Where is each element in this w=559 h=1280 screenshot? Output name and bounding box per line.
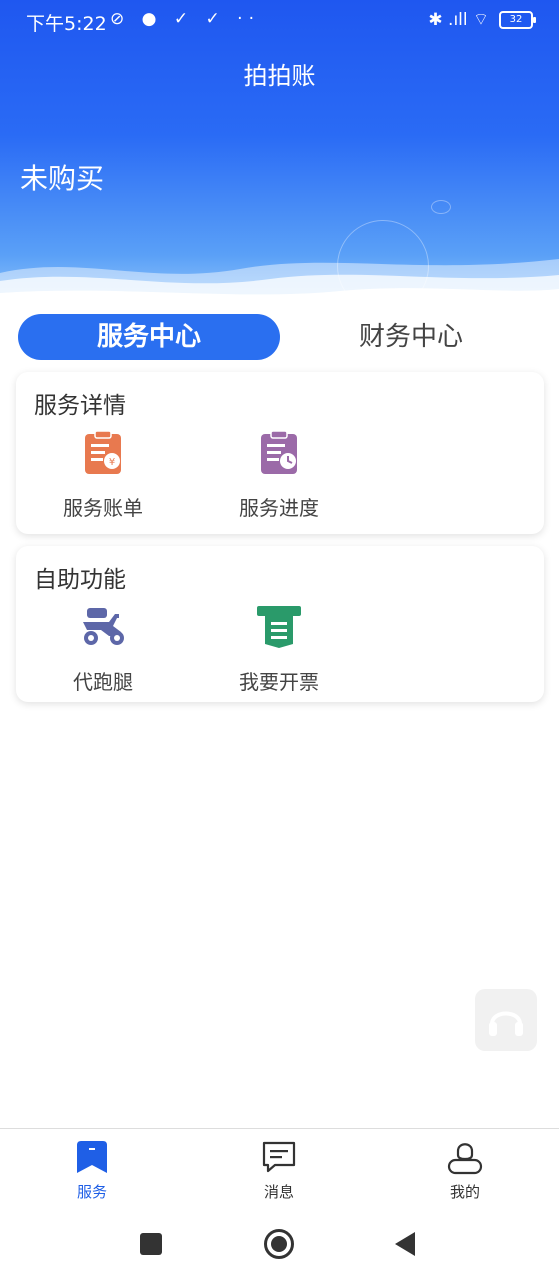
bottom-navigation: 服务 消息 我的 xyxy=(0,1128,559,1207)
header-banner: 下午5:22 ⊘ ● ✓ ✓ ·· ✱ .ıll ⌔ 32 拍拍账 未购买 xyxy=(0,0,559,300)
battery-icon: 32 xyxy=(499,10,536,29)
nav-message[interactable]: 消息 xyxy=(219,1139,339,1202)
decorative-dot-icon xyxy=(431,200,451,214)
wave-decoration xyxy=(0,259,559,300)
nav-service[interactable]: 服务 xyxy=(32,1139,152,1202)
tab-bar: 服务中心 财务中心 xyxy=(18,314,542,360)
profile-icon xyxy=(447,1139,483,1175)
service-icon xyxy=(74,1139,110,1175)
tab-finance-center[interactable]: 财务中心 xyxy=(280,314,542,360)
invoice-button[interactable]: 我要开票 xyxy=(204,604,354,695)
service-progress-button[interactable]: 服务进度 xyxy=(204,430,354,521)
bill-icon: ¥ xyxy=(81,430,125,476)
nav-service-label: 服务 xyxy=(76,1183,107,1201)
tab-service-center[interactable]: 服务中心 xyxy=(18,314,280,360)
message-icon xyxy=(261,1139,297,1175)
system-navigation-bar xyxy=(0,1206,559,1280)
service-details-card: 服务详情 ¥ 服务账单 服务进度 xyxy=(16,372,544,534)
status-time: 下午5:22 xyxy=(26,13,107,35)
customer-support-button[interactable] xyxy=(475,989,537,1051)
home-icon[interactable] xyxy=(263,1228,295,1260)
system-status-icons: ✱ .ıll ⌔ 32 xyxy=(428,9,536,30)
status-bar: 下午5:22 ⊘ ● ✓ ✓ ·· ✱ .ıll ⌔ 32 xyxy=(0,0,559,42)
progress-icon xyxy=(257,430,301,476)
signal-icons: ✱ .ıll ⌔ xyxy=(428,10,489,30)
section-title: 服务详情 xyxy=(34,393,126,419)
recent-apps-icon[interactable] xyxy=(139,1232,163,1256)
nav-message-label: 消息 xyxy=(263,1183,294,1201)
purchase-status: 未购买 xyxy=(20,162,105,195)
section-title: 自助功能 xyxy=(34,567,126,593)
service-progress-label: 服务进度 xyxy=(239,496,319,520)
nav-profile[interactable]: 我的 xyxy=(405,1139,525,1202)
app-title: 拍拍账 xyxy=(243,62,316,90)
nav-profile-label: 我的 xyxy=(449,1183,480,1201)
errand-button[interactable]: 代跑腿 xyxy=(28,604,178,695)
self-service-card: 自助功能 代跑腿 我要开票 xyxy=(16,546,544,702)
scooter-icon xyxy=(81,604,125,650)
service-bill-label: 服务账单 xyxy=(63,496,143,520)
notification-icons: ⊘ ● ✓ ✓ ·· xyxy=(110,9,260,29)
svg-text:¥: ¥ xyxy=(109,457,115,468)
invoice-label: 我要开票 xyxy=(239,670,319,694)
headset-icon xyxy=(489,1011,523,1036)
errand-label: 代跑腿 xyxy=(73,670,133,694)
invoice-icon xyxy=(257,604,301,650)
service-bill-button[interactable]: ¥ 服务账单 xyxy=(28,430,178,521)
back-icon[interactable] xyxy=(393,1231,417,1257)
